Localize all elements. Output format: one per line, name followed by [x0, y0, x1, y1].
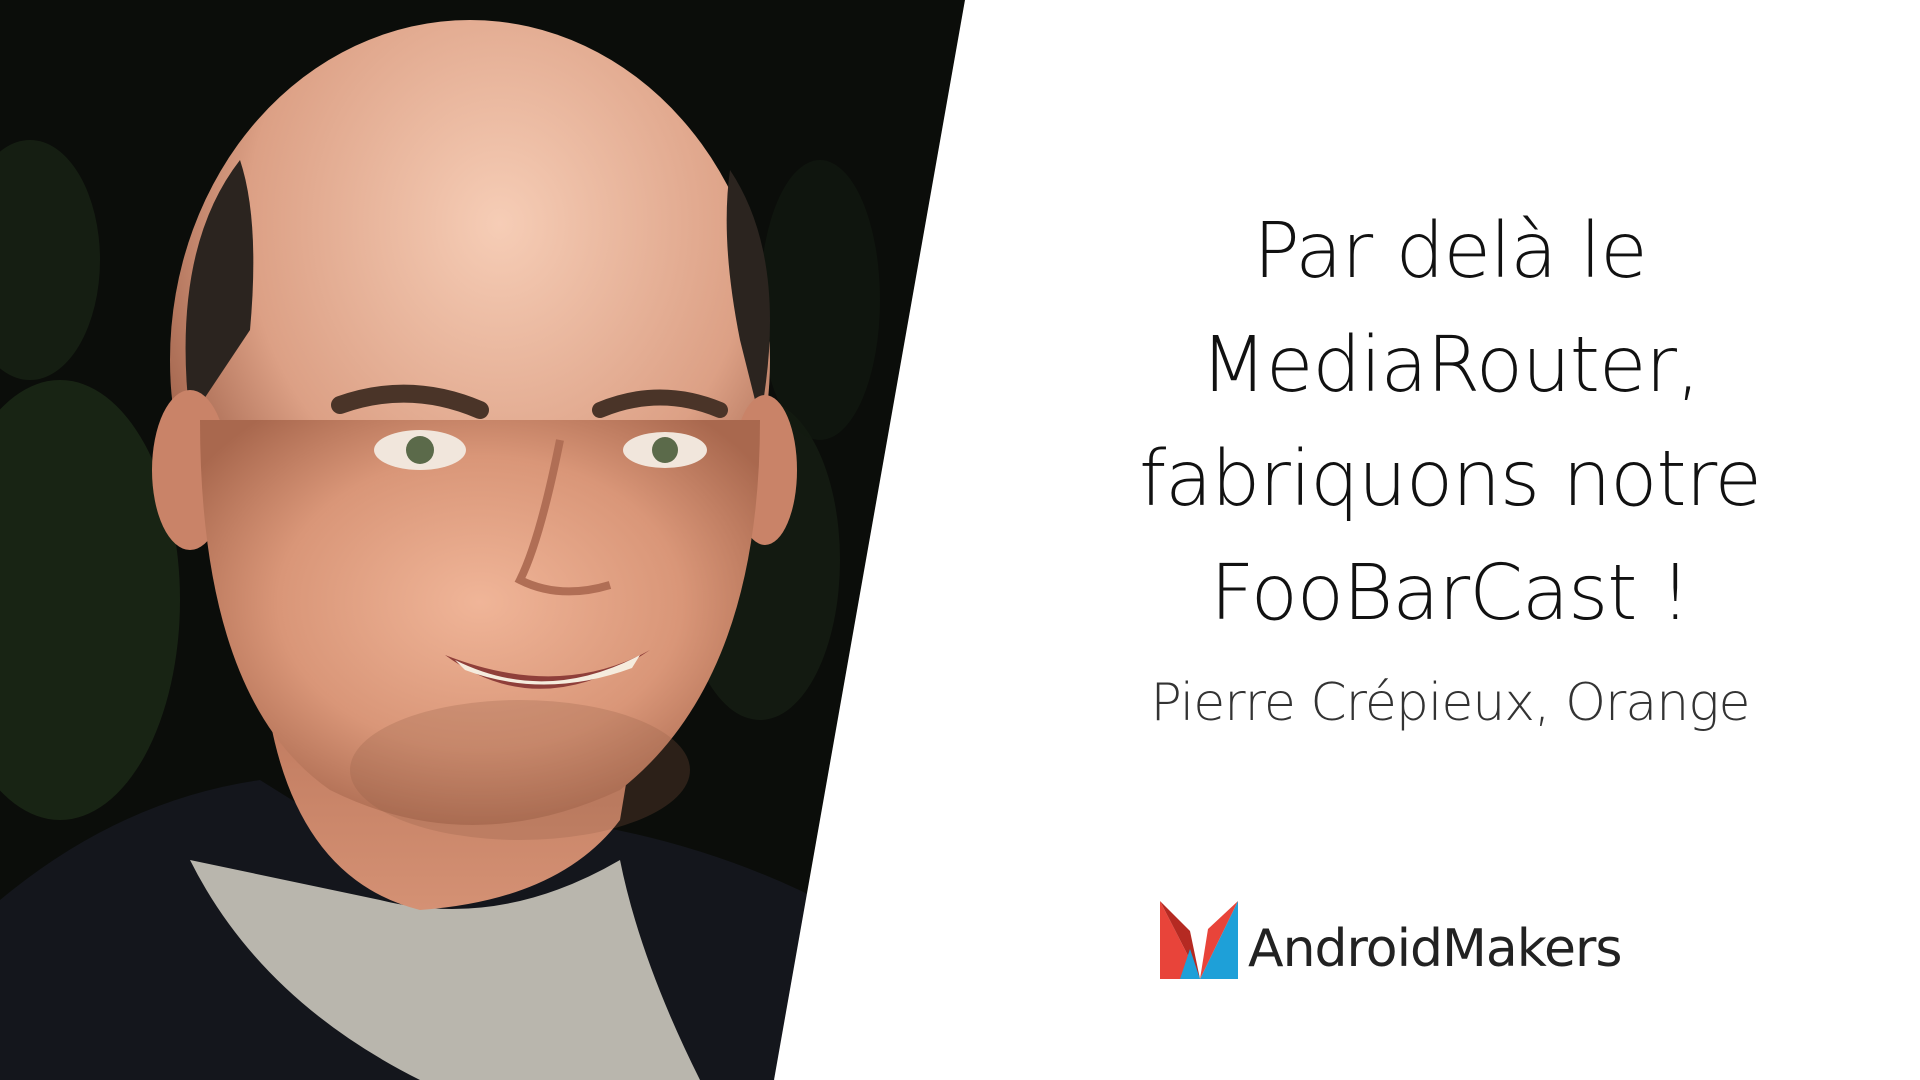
title-block: Par delà le MediaRouter, fabriquons notr…: [1060, 195, 1840, 733]
talk-title-line: fabriquons notre: [1139, 435, 1762, 524]
android-makers-logo-icon: [1160, 901, 1238, 979]
speaker-name: Pierre Crépieux, Orange: [1150, 673, 1751, 733]
talk-title-line: FooBarCast !: [1210, 549, 1691, 638]
talk-title-line: Par delà le: [1253, 207, 1647, 296]
talk-title-line: MediaRouter,: [1200, 321, 1701, 410]
brand-name: AndroidMakers: [1248, 919, 1622, 979]
brand-lockup: AndroidMakers: [1160, 900, 1622, 980]
talk-title: Par delà le MediaRouter, fabriquons notr…: [1060, 195, 1840, 651]
slide: Par delà le MediaRouter, fabriquons notr…: [0, 0, 1920, 1080]
